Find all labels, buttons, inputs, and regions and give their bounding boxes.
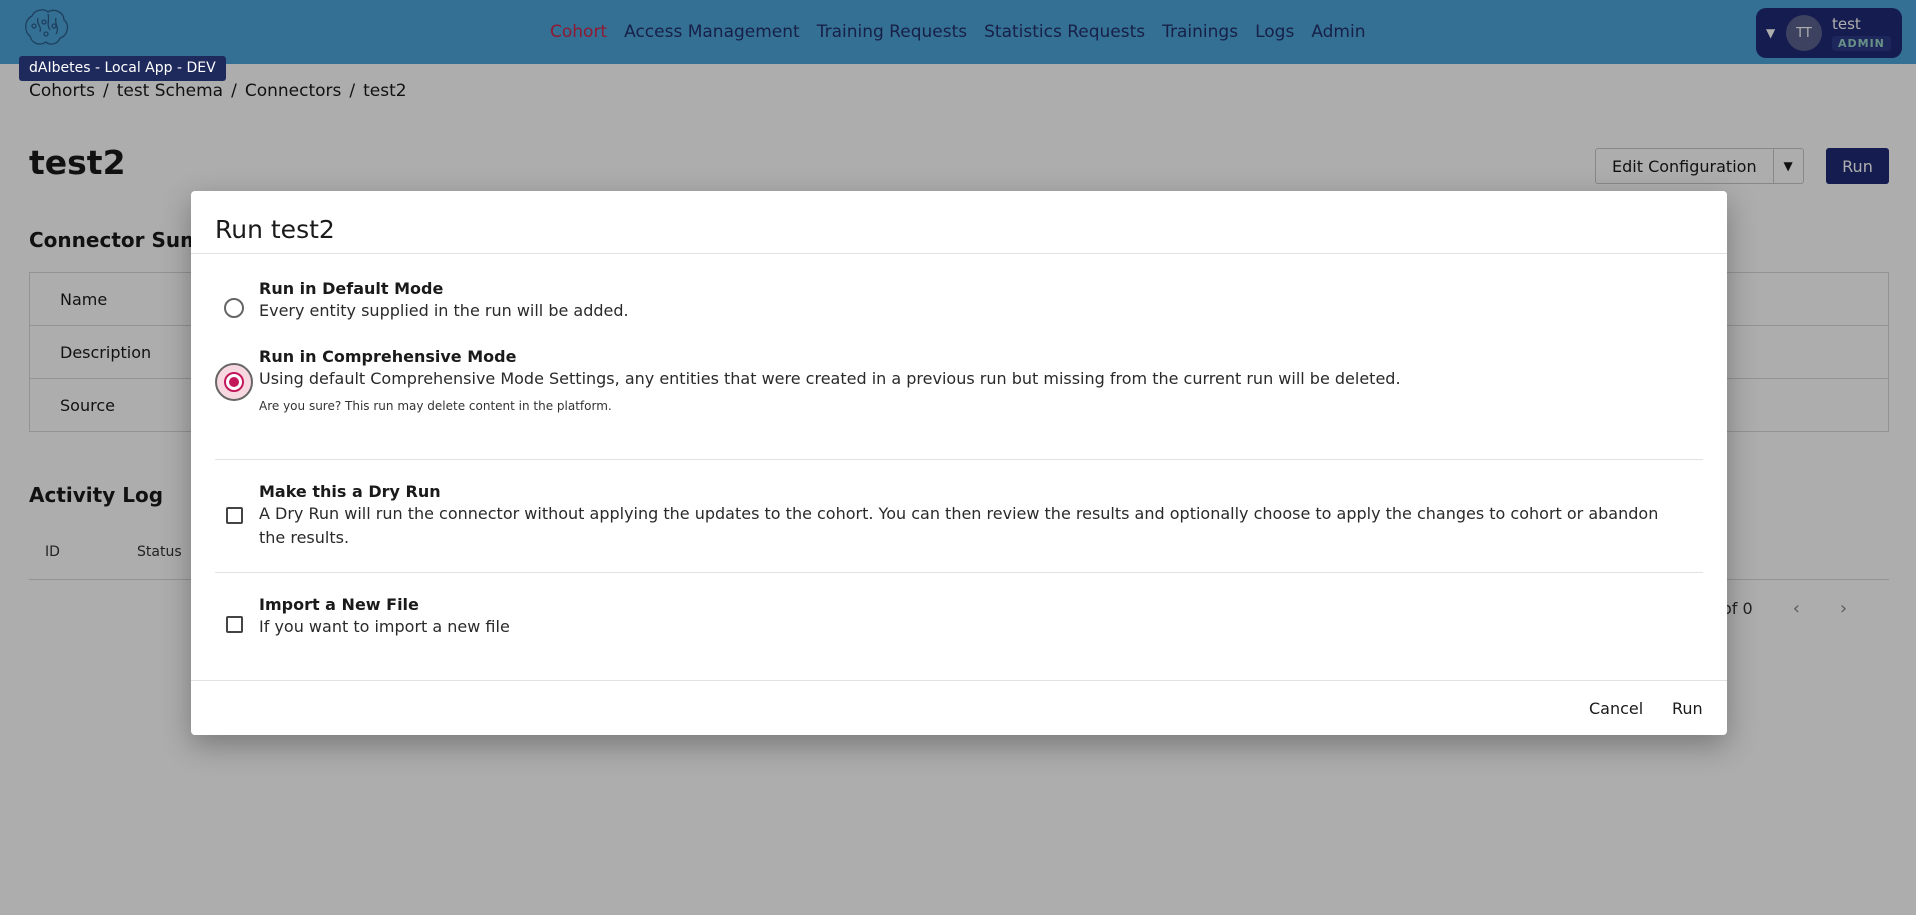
run-dialog: Run test2 Run in Default Mode Every enti…: [191, 191, 1727, 735]
option-comprehensive-mode[interactable]: Run in Comprehensive Mode Using default …: [215, 347, 1703, 417]
option-divider: [215, 459, 1703, 460]
option-default-description: Every entity supplied in the run will be…: [259, 301, 629, 320]
option-dry-run[interactable]: Make this a Dry Run A Dry Run will run t…: [215, 482, 1703, 554]
option-divider: [215, 572, 1703, 573]
dialog-divider: [191, 253, 1727, 254]
dialog-title: Run test2: [215, 215, 335, 244]
dialog-footer-divider: [191, 680, 1727, 681]
dialog-run-button[interactable]: Run: [1672, 699, 1703, 718]
environment-tag: dAIbetes - Local App - DEV: [19, 56, 226, 81]
option-import-description: If you want to import a new file: [259, 617, 510, 636]
checkbox-import-file[interactable]: [226, 616, 243, 633]
option-dry-run-title: Make this a Dry Run: [259, 482, 441, 501]
checkbox-dry-run[interactable]: [226, 507, 243, 524]
cancel-button[interactable]: Cancel: [1589, 699, 1643, 718]
radio-default-mode[interactable]: [224, 298, 244, 318]
option-import-file[interactable]: Import a New File If you want to import …: [215, 595, 1703, 645]
option-comprehensive-warning: Are you sure? This run may delete conten…: [259, 399, 612, 413]
option-default-title: Run in Default Mode: [259, 279, 444, 298]
option-dry-run-description: A Dry Run will run the connector without…: [259, 504, 1659, 547]
option-comprehensive-description: Using default Comprehensive Mode Setting…: [259, 369, 1401, 388]
option-import-title: Import a New File: [259, 595, 419, 614]
option-default-mode[interactable]: Run in Default Mode Every entity supplie…: [215, 279, 1703, 329]
option-comprehensive-title: Run in Comprehensive Mode: [259, 347, 517, 366]
radio-comprehensive-mode[interactable]: [224, 372, 244, 392]
